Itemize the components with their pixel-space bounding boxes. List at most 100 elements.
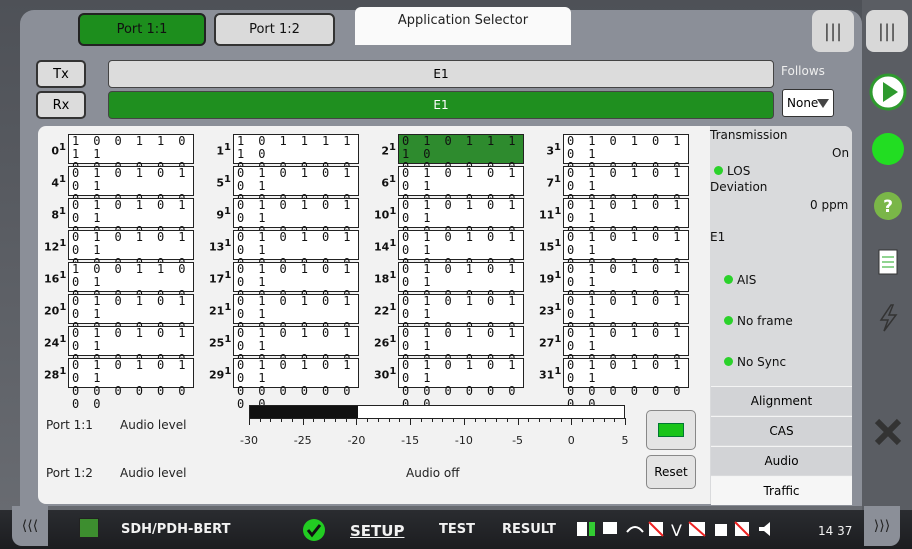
meter-tick (399, 418, 401, 422)
timeslot[interactable]: 301 0 1 0 1 0 1 0 10 0 0 0 0 0 0 0 (374, 358, 526, 411)
meter-tick (281, 418, 283, 422)
timeslot[interactable]: 311 0 1 0 1 0 1 0 10 0 0 0 0 0 0 0 (539, 358, 691, 411)
timeslot[interactable]: 1910 1 0 1 0 1 0 10 0 0 0 0 0 0 0 (539, 262, 691, 315)
bits-row-1: 1 0 0 1 1 0 0 1 (72, 262, 189, 289)
transmission-value: On (832, 146, 850, 160)
audio-port2-label: Port 1:2 (46, 466, 93, 480)
tab-traffic[interactable]: Traffic (711, 476, 852, 505)
timeslot-number: 71 (546, 174, 561, 190)
timeslot[interactable]: 610 1 0 1 0 1 0 10 0 0 0 0 0 0 0 (374, 166, 526, 219)
close-button[interactable] (866, 410, 910, 454)
timeslot-number: 81 (51, 206, 66, 222)
timeslot[interactable]: 1611 0 0 1 1 0 0 10 0 0 0 0 0 0 0 (44, 262, 196, 315)
tab-cas[interactable]: CAS (711, 416, 852, 445)
status-led-button[interactable] (866, 127, 910, 171)
timeslot[interactable]: 011 0 0 1 1 0 1 10 0 0 0 0 0 0 0 (44, 134, 196, 187)
meter-tick (313, 418, 315, 422)
timeslot-bits: 0 1 0 1 0 1 0 10 0 0 0 0 0 0 0 (233, 262, 359, 315)
meter-tick (571, 418, 573, 425)
bits-row-1: 0 1 0 1 0 1 0 1 (72, 294, 189, 321)
meter-tick (356, 418, 358, 425)
timeslot[interactable]: 1010 1 0 1 0 1 0 10 0 0 0 0 0 0 0 (374, 198, 526, 251)
meter-tick (603, 418, 605, 422)
timeslot[interactable]: 310 1 0 1 0 1 0 10 0 0 0 0 0 0 0 (539, 134, 691, 187)
follows-select[interactable]: None (782, 89, 834, 117)
error-inject-button[interactable] (866, 296, 910, 340)
timeslot-number: 241 (44, 334, 67, 350)
bits-row-1: 0 1 0 1 0 1 0 1 (237, 358, 354, 385)
tab-port-1-1[interactable]: Port 1:1 (78, 13, 206, 46)
timeslot-bits: 0 1 0 1 0 1 0 10 0 0 0 0 0 0 0 (563, 326, 689, 379)
timeslot[interactable]: 810 1 0 1 0 1 0 10 0 0 0 0 0 0 0 (44, 198, 196, 251)
timeslot[interactable]: 2010 1 0 1 0 1 0 10 0 0 0 0 0 0 0 (44, 294, 196, 347)
application-selector-tab[interactable]: Application Selector (355, 7, 571, 45)
timeslot-bits: 0 1 0 1 0 1 0 10 0 0 0 0 0 0 0 (398, 198, 524, 251)
reset-button[interactable]: Reset (646, 455, 696, 489)
timeslot-bits: 0 1 0 1 0 1 0 10 0 0 0 0 0 0 0 (233, 230, 359, 283)
help-button[interactable]: ? (866, 184, 910, 228)
tx-button[interactable]: Tx (36, 60, 86, 88)
menu-icon-2[interactable]: ||| (866, 10, 908, 52)
timeslot[interactable]: 2210 1 0 1 0 1 0 10 0 0 0 0 0 0 0 (374, 294, 526, 347)
timeslot[interactable]: 1210 1 0 1 0 1 0 10 0 0 0 0 0 0 0 (44, 230, 196, 283)
timeslot-bits: 0 1 0 1 0 1 0 10 0 0 0 0 0 0 0 (398, 230, 524, 283)
nav-left-button[interactable]: ⟨⟨⟨ (12, 506, 48, 546)
audio-level-meter (249, 405, 625, 419)
led-icon (724, 316, 733, 325)
menu-icon[interactable]: ||| (812, 10, 854, 52)
result-tab[interactable]: RESULT (502, 522, 556, 537)
timeslot[interactable]: 2610 1 0 1 0 1 0 10 0 0 0 0 0 0 0 (374, 326, 526, 379)
timeslot[interactable]: 2710 1 0 1 0 1 0 10 0 0 0 0 0 0 0 (539, 326, 691, 379)
rx-signal-bar[interactable]: E1 (108, 91, 774, 119)
timeslot[interactable]: 281 0 1 0 1 0 1 0 10 0 0 0 0 0 0 0 (44, 358, 196, 411)
meter-tick (625, 418, 626, 425)
timeslot[interactable]: 410 1 0 1 0 1 0 10 0 0 0 0 0 0 0 (44, 166, 196, 219)
bits-row-1: 0 1 0 1 0 1 0 1 (402, 230, 519, 257)
timeslot[interactable]: 910 1 0 1 0 1 0 10 0 0 0 0 0 0 0 (209, 198, 361, 251)
timeslot[interactable]: 710 1 0 1 0 1 0 10 0 0 0 0 0 0 0 (539, 166, 691, 219)
timeslot-bits: 0 1 0 1 0 1 0 10 0 0 0 0 0 0 0 (563, 166, 689, 219)
timeslot[interactable]: 1810 1 0 1 0 1 0 10 0 0 0 0 0 0 0 (374, 262, 526, 315)
bits-row-1: 1 0 1 1 1 1 1 0 (237, 134, 354, 161)
test-tab[interactable]: TEST (439, 522, 475, 537)
bits-row-1: 0 1 0 1 0 1 0 1 (237, 198, 354, 225)
setup-tab[interactable]: SETUP (350, 522, 404, 540)
timeslot[interactable]: 2410 1 0 1 0 1 0 10 0 0 0 0 0 0 0 (44, 326, 196, 379)
play-button[interactable] (866, 70, 910, 114)
meter-tick (453, 418, 455, 422)
tab-audio[interactable]: Audio (711, 446, 852, 475)
audio-enable-button[interactable] (646, 410, 696, 450)
led-icon (658, 423, 684, 437)
report-button[interactable] (866, 240, 910, 284)
timeslot-bits: 0 1 0 1 0 1 0 10 0 0 0 0 0 0 0 (233, 326, 359, 379)
audio-port1-label: Port 1:1 (46, 418, 93, 432)
timeslot[interactable]: 2110 1 0 1 0 1 0 10 0 0 0 0 0 0 0 (209, 294, 361, 347)
timeslot[interactable]: 291 0 1 0 1 0 1 0 10 0 0 0 0 0 0 0 (209, 358, 361, 411)
meter-tick (517, 418, 519, 425)
tab-alignment[interactable]: Alignment (711, 386, 852, 415)
timeslot[interactable]: 111 0 1 1 1 1 1 00 0 0 0 0 0 0 0 (209, 134, 361, 187)
timeslot[interactable]: 1310 1 0 1 0 1 0 10 0 0 0 0 0 0 0 (209, 230, 361, 283)
timeslot-number: 161 (44, 270, 67, 286)
timeslot-number: 141 (374, 238, 397, 254)
timeslot[interactable]: 2510 1 0 1 0 1 0 10 0 0 0 0 0 0 0 (209, 326, 361, 379)
timeslot[interactable]: 1510 1 0 1 0 1 0 10 0 0 0 0 0 0 0 (539, 230, 691, 283)
tab-port-1-2[interactable]: Port 1:2 (214, 13, 335, 46)
timeslot[interactable]: 2310 1 0 1 0 1 0 10 0 0 0 0 0 0 0 (539, 294, 691, 347)
tx-signal-bar[interactable]: E1 (108, 60, 774, 88)
timeslot[interactable]: 1410 1 0 1 0 1 0 10 0 0 0 0 0 0 0 (374, 230, 526, 283)
meter-tick (485, 418, 487, 422)
timeslot-number: 181 (374, 270, 397, 286)
timeslot[interactable]: 1710 1 0 1 0 1 0 10 0 0 0 0 0 0 0 (209, 262, 361, 315)
nav-right-button[interactable]: ⟩⟩⟩ (864, 506, 900, 546)
timeslot-bits: 0 1 0 1 0 1 0 10 0 0 0 0 0 0 0 (563, 134, 689, 187)
timeslot[interactable]: 210 1 0 1 1 1 1 00 0 0 0 0 0 0 0 (374, 134, 526, 187)
timeslot-bits: 0 1 0 1 0 1 0 10 0 0 0 0 0 0 0 (398, 166, 524, 219)
timeslot[interactable]: 1110 1 0 1 0 1 0 10 0 0 0 0 0 0 0 (539, 198, 691, 251)
rx-button[interactable]: Rx (36, 91, 86, 119)
timeslot-bits: 0 1 0 1 0 1 0 10 0 0 0 0 0 0 0 (233, 198, 359, 251)
timeslot[interactable]: 510 1 0 1 0 1 0 10 0 0 0 0 0 0 0 (209, 166, 361, 219)
timeslot-bits: 0 1 0 1 0 1 0 10 0 0 0 0 0 0 0 (398, 294, 524, 347)
meter-tick (431, 418, 433, 422)
timeslot-number: 51 (216, 174, 231, 190)
